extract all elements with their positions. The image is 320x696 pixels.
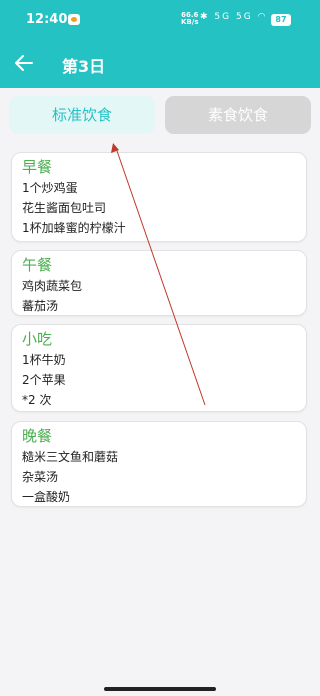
net-speed-unit: KB/s [181,18,199,26]
status-time: 12:40 [26,12,68,27]
meal-card-snack: 小吃 1杯牛奶 2个苹果 *2 次 [11,324,307,412]
meal-item: *2 次 [22,393,52,407]
battery-icon: 87 [271,14,291,26]
meal-title: 早餐 [22,158,53,176]
meal-card-dinner: 晚餐 糙米三文鱼和蘑菇 杂菜汤 一盒酸奶 [11,421,307,507]
meal-item: 蕃茄汤 [22,299,59,313]
meal-item: 糙米三文鱼和蘑菇 [22,450,119,464]
meal-item: 1杯牛奶 [22,353,66,367]
meal-item: 2个苹果 [22,373,66,387]
meal-title: 午餐 [22,256,53,274]
cellular-signal-text: 5G 5G [214,12,253,22]
net-speed: 66.6 KB/s [181,12,198,26]
meal-item: 杂菜汤 [22,470,59,484]
home-indicator[interactable] [104,687,216,691]
meal-item: 一盒酸奶 [22,490,71,504]
bluetooth-icon: ✱ [200,12,210,22]
weibo-notification-icon [68,14,80,25]
tab-standard-diet[interactable]: 标准饮食 [9,96,155,134]
arrow-left-icon [15,55,33,71]
status-bar: 12:40 66.6 KB/s ✱ 5G 5G ◠ 87 [0,0,320,40]
wifi-icon: ◠ [257,12,268,22]
meal-item: 1杯加蜂蜜的柠檬汁 [22,221,126,235]
tab-vegetarian-diet[interactable]: 素食饮食 [165,96,311,134]
signal-icons: ✱ 5G 5G ◠ [200,12,267,22]
meal-title: 晚餐 [22,427,53,445]
meal-item: 花生酱面包吐司 [22,201,107,215]
meal-title: 小吃 [22,330,53,348]
meal-item: 鸡肉蔬菜包 [22,279,83,293]
meal-item: 1个炒鸡蛋 [22,181,78,195]
back-button[interactable] [14,54,34,72]
meal-card-breakfast: 早餐 1个炒鸡蛋 花生酱面包吐司 1杯加蜂蜜的柠檬汁 [11,152,307,242]
page-title: 第3日 [62,57,106,76]
meal-card-lunch: 午餐 鸡肉蔬菜包 蕃茄汤 [11,250,307,316]
